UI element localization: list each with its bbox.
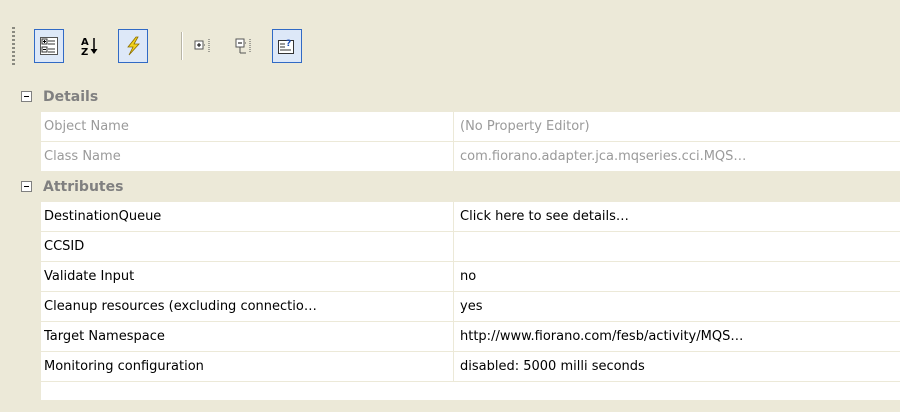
row-margin: [13, 142, 41, 172]
expand-all-icon: [194, 39, 210, 53]
sort-az-icon: A Z: [81, 37, 98, 57]
property-row-cleanup-resources[interactable]: Cleanup resources (excluding connectio… …: [13, 292, 900, 322]
row-margin: [13, 262, 41, 292]
property-value-editor[interactable]: disabled: 5000 milli seconds: [460, 352, 900, 382]
events-view-button[interactable]: [118, 29, 148, 63]
categorized-icon: [40, 37, 58, 55]
categorized-view-button[interactable]: [34, 29, 64, 63]
row-margin: [13, 202, 41, 232]
property-pages-button[interactable]: ?: [272, 29, 302, 63]
property-value-editor[interactable]: [460, 232, 900, 262]
category-row-attributes[interactable]: Attributes: [13, 172, 900, 202]
category-label: Attributes: [43, 179, 124, 195]
svg-text:?: ?: [286, 39, 291, 49]
toolbar-separator: [181, 32, 183, 60]
collapse-icon[interactable]: [21, 181, 32, 192]
category-label: Details: [43, 89, 99, 105]
property-row-target-namespace[interactable]: Target Namespace http://www.fiorano.com/…: [13, 322, 900, 352]
property-grid-toolbar: A Z ?: [0, 0, 900, 78]
property-value-editor[interactable]: no: [460, 262, 900, 292]
property-name: Object Name: [44, 112, 454, 142]
property-pages-icon: ?: [278, 39, 294, 54]
property-name: Monitoring configuration: [44, 352, 454, 382]
expand-all-button[interactable]: [189, 29, 219, 63]
row-margin: [13, 292, 41, 322]
property-row[interactable]: Class Name com.fiorano.adapter.jca.mqser…: [13, 142, 900, 172]
property-row-destination-queue[interactable]: DestinationQueue Click here to see detai…: [13, 202, 900, 232]
property-grid-body: Details Object Name (No Property Editor)…: [13, 82, 900, 412]
property-name: Target Namespace: [44, 322, 454, 352]
property-row[interactable]: Object Name (No Property Editor): [13, 112, 900, 142]
property-row-ccsid[interactable]: CCSID: [13, 232, 900, 262]
property-row-validate-input[interactable]: Validate Input no: [13, 262, 900, 292]
property-row-monitoring-configuration[interactable]: Monitoring configuration disabled: 5000 …: [13, 352, 900, 382]
property-name: CCSID: [44, 232, 454, 262]
collapse-all-button[interactable]: [230, 29, 260, 63]
collapse-icon[interactable]: [21, 91, 32, 102]
property-value-editor[interactable]: yes: [460, 292, 900, 322]
property-name: DestinationQueue: [44, 202, 454, 232]
property-name: Class Name: [44, 142, 454, 172]
lightning-icon: [127, 36, 140, 56]
property-value-editor[interactable]: Click here to see details…: [460, 202, 900, 232]
property-name: Cleanup resources (excluding connectio…: [44, 292, 454, 322]
toolbar-grip[interactable]: [12, 27, 15, 67]
property-value: (No Property Editor): [460, 119, 590, 134]
row-margin: [13, 322, 41, 352]
property-name: Validate Input: [44, 262, 454, 292]
row-margin: [13, 232, 41, 262]
property-value-editor[interactable]: http://www.fiorano.com/fesb/activity/MQS…: [460, 322, 900, 352]
collapse-all-icon: [235, 38, 251, 54]
category-row-details[interactable]: Details: [13, 82, 900, 112]
row-margin: [13, 352, 41, 382]
svg-text:Z: Z: [81, 47, 88, 57]
alphabetical-sort-button[interactable]: A Z: [75, 29, 105, 63]
property-grid: A Z ? Details Object Name (No Property E…: [0, 0, 900, 412]
property-value: com.fiorano.adapter.jca.mqseries.cci.MQS…: [460, 149, 747, 164]
empty-row: [13, 382, 900, 412]
row-margin: [13, 382, 41, 412]
row-margin: [13, 112, 41, 142]
